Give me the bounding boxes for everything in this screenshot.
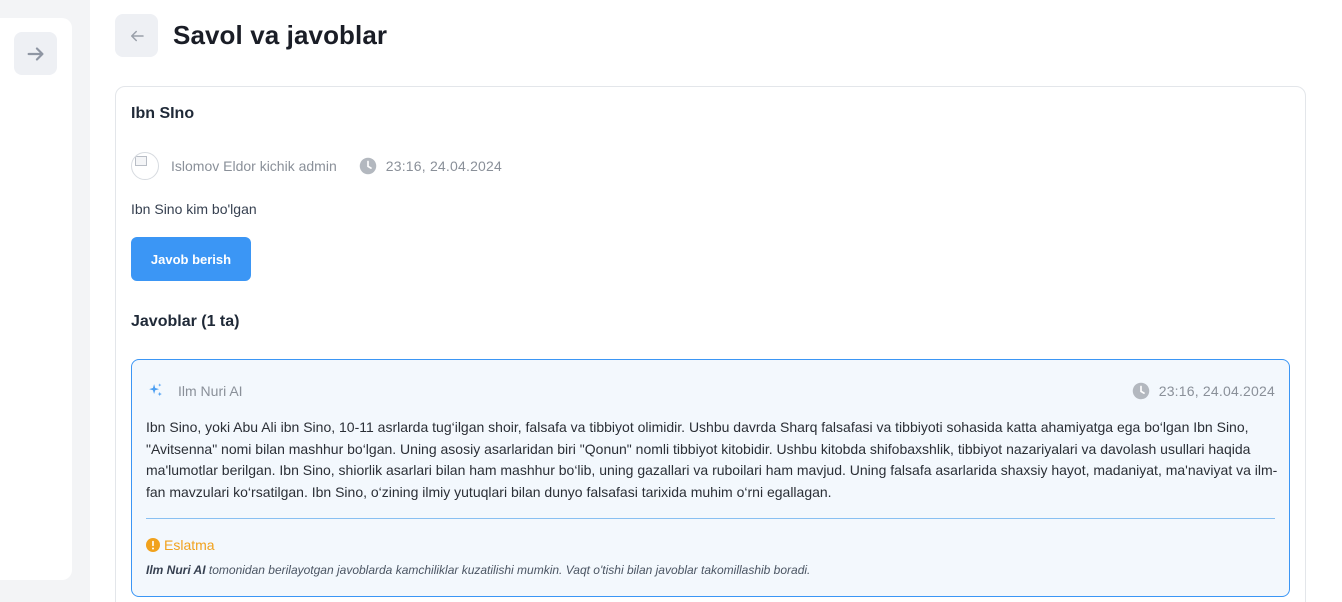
question-title: Ibn SIno xyxy=(131,105,195,122)
answer-author: Ilm Nuri AI xyxy=(178,382,243,399)
divider xyxy=(146,518,1275,519)
answer-date: 23:16, 24.04.2024 xyxy=(1158,383,1275,399)
sidebar xyxy=(0,18,72,580)
question-text: Ibn Sino kim bo'lgan xyxy=(131,201,257,217)
clock-icon xyxy=(359,157,376,175)
note-author: Ilm Nuri AI xyxy=(146,563,206,577)
sparkle-icon xyxy=(149,383,162,397)
question-author: Islomov Eldor kichik admin xyxy=(171,158,337,174)
note-label: Eslatma xyxy=(146,537,215,553)
sidebar-toggle-button[interactable] xyxy=(14,32,57,75)
question-time: 23:16, 24.04.2024 xyxy=(359,157,502,175)
answer-text: Ibn Sino, yoki Abu Ali ibn Sino, 10-11 a… xyxy=(146,419,1278,500)
answers-heading: Javoblar (1 ta) xyxy=(131,313,240,330)
note-label-text: Eslatma xyxy=(164,537,215,553)
answer-button[interactable]: Javob berish xyxy=(131,237,251,281)
note-text: tomonidan berilayotgan javoblarda kamchi… xyxy=(205,563,811,577)
answer-time: 23:16, 24.04.2024 xyxy=(1132,382,1275,400)
disclaimer-note: Ilm Nuri AI tomonidan berilayotgan javob… xyxy=(146,563,810,577)
back-button[interactable] xyxy=(115,14,158,57)
exclamation-circle-icon xyxy=(146,538,160,552)
answer-item: Ilm Nuri AI 23:16, 24.04.2024 Ibn Sino, … xyxy=(131,359,1290,597)
question-card: Ibn SIno Islomov Eldor kichik admin 23:1… xyxy=(115,86,1306,602)
avatar xyxy=(131,152,159,180)
answer-author-row: Ilm Nuri AI xyxy=(147,382,243,399)
page-title: Savol va javoblar xyxy=(173,20,388,50)
question-meta: Islomov Eldor kichik admin 23:16, 24.04.… xyxy=(131,151,502,181)
question-date: 23:16, 24.04.2024 xyxy=(385,158,503,174)
main-content: Savol va javoblar Ibn SIno Islomov Eldor… xyxy=(90,0,1342,602)
clock-icon xyxy=(1132,382,1149,400)
arrow-right-icon xyxy=(27,46,44,61)
arrow-left-icon xyxy=(130,30,144,41)
